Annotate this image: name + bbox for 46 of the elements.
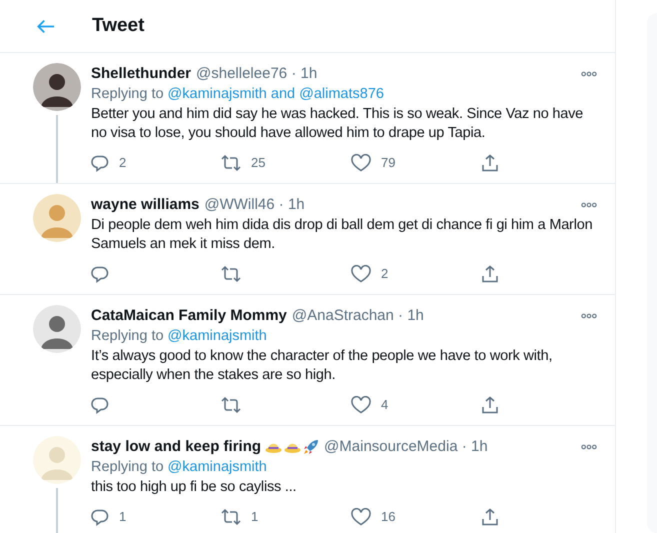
- action-count: 1: [119, 508, 126, 526]
- heart-icon[interactable]: [351, 396, 371, 414]
- user-name[interactable]: wayne williams: [91, 194, 200, 216]
- retweet-icon[interactable]: [221, 154, 241, 172]
- action-count: 4: [381, 396, 388, 414]
- retweet-icon[interactable]: [221, 265, 241, 283]
- heart-icon[interactable]: [351, 508, 371, 526]
- more-icon[interactable]: [581, 444, 597, 450]
- reply-icon[interactable]: [91, 265, 109, 283]
- tweet-text: Di people dem weh him dida dis drop di ball dem get di chance fi gi him a Marlon Samuels an mek it miss dem.: [91, 216, 594, 254]
- page-title: Tweet: [92, 14, 144, 38]
- tweet-text: It’s always good to know the character of the people we have to work with, especially when the stakes are so high.: [91, 347, 554, 385]
- user-handle: @AnaStrachan · 1h: [292, 306, 424, 326]
- user-handle: @MainsourceMedia · 1h: [324, 436, 488, 457]
- share-icon[interactable]: [481, 396, 499, 414]
- tweet-text: this too high up fi be so cayliss ...: [91, 478, 298, 497]
- rocket-icon: [303, 439, 320, 455]
- tweet-text: Better you and him did say he was hacked. This is so weak. Since Vaz no have no visa to lose, you should have allowed him to drape up Tapia.: [91, 105, 584, 143]
- heart-icon[interactable]: [351, 265, 371, 283]
- heart-icon[interactable]: [351, 154, 371, 172]
- reply-icon[interactable]: [91, 508, 109, 526]
- more-icon[interactable]: [581, 71, 597, 77]
- share-icon[interactable]: [481, 265, 499, 283]
- retweet-icon[interactable]: [221, 508, 241, 526]
- replying-label: Replying to: [91, 85, 164, 104]
- user-name[interactable]: CataMaican Family Mommy: [91, 304, 287, 328]
- action-count: 79: [381, 154, 396, 172]
- more-icon[interactable]: [581, 313, 597, 319]
- more-icon[interactable]: [581, 202, 597, 208]
- retweet-icon[interactable]: [221, 396, 241, 414]
- action-count: 2: [381, 265, 388, 284]
- action-count: 25: [251, 154, 266, 172]
- share-icon[interactable]: [481, 508, 499, 526]
- replying-label: Replying to: [91, 327, 164, 346]
- user-name[interactable]: Shellethunder: [91, 62, 192, 86]
- user-handle: @shellelee76 · 1h: [196, 64, 318, 84]
- action-count: 2: [119, 154, 126, 172]
- action-count: 16: [381, 508, 396, 526]
- reply-icon[interactable]: [91, 396, 109, 414]
- reply-icon[interactable]: [91, 154, 109, 172]
- user-name[interactable]: stay low and keep firing: [91, 436, 262, 458]
- share-icon[interactable]: [481, 154, 499, 172]
- action-count: 1: [251, 508, 258, 526]
- back-arrow-icon: [37, 18, 55, 34]
- user-handle: @WWill46 · 1h: [204, 194, 305, 215]
- replying-label: Replying to: [91, 458, 164, 477]
